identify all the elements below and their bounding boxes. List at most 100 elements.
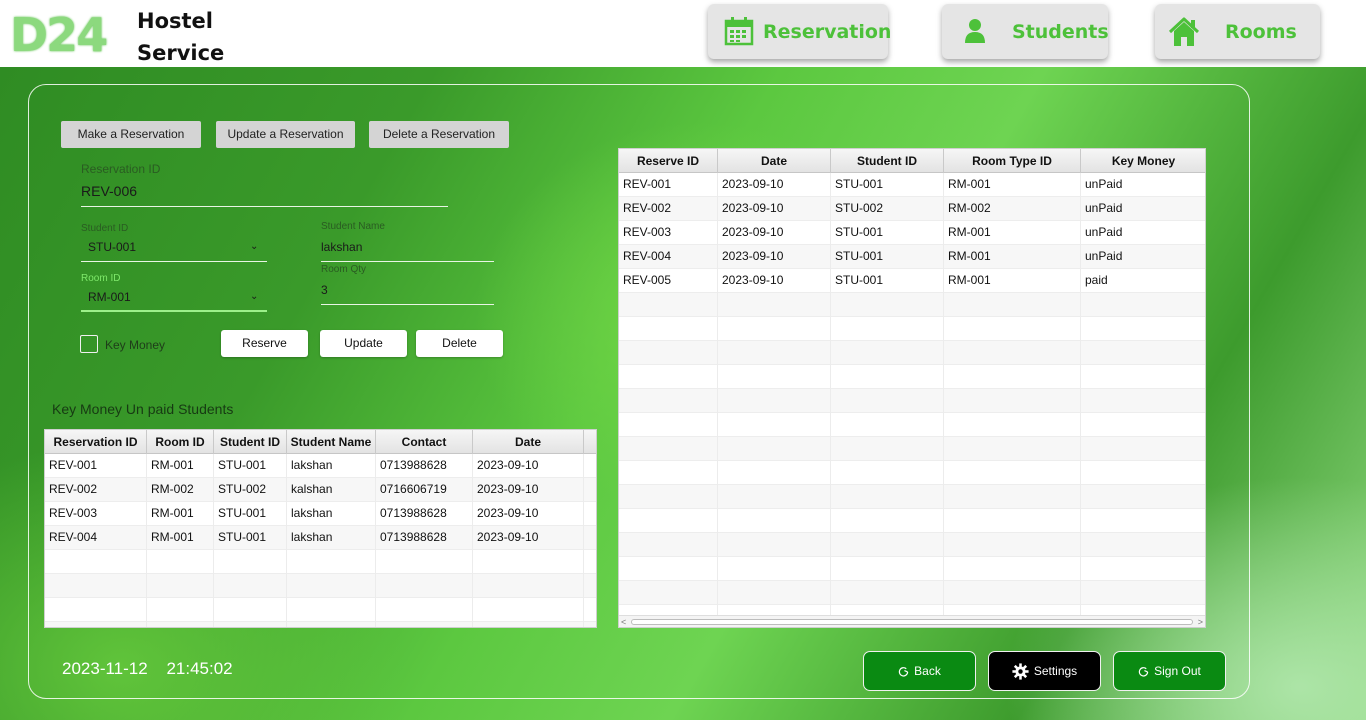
table-row[interactable]: REV-002 2023-09-10 STU-002 RM-002 unPaid	[619, 197, 1205, 221]
nav-rooms-button[interactable]: Rooms	[1155, 4, 1320, 59]
unpaid-students-table[interactable]: Reservation ID Room ID Student ID Student N…	[44, 429, 597, 628]
room-id-select[interactable]: RM-001	[88, 290, 131, 304]
table-row[interactable]: REV-001 2023-09-10 STU-001 RM-001 unPaid	[619, 173, 1205, 197]
table-cell: STU-001	[214, 526, 287, 550]
back-icon	[898, 666, 909, 677]
nav-students-button[interactable]: Students	[942, 4, 1109, 59]
table-cell	[1081, 437, 1205, 461]
sign-out-button[interactable]: Sign Out	[1113, 651, 1226, 691]
table-row[interactable]	[45, 574, 596, 598]
logo-line-1: Hostel	[137, 9, 213, 33]
table-cell: STU-001	[214, 454, 287, 478]
table-row[interactable]	[45, 598, 596, 622]
room-id-label: Room ID	[81, 273, 121, 284]
table-cell	[944, 341, 1081, 365]
table-row[interactable]: REV-001 RM-001 STU-001 lakshan 0713988628 202…	[45, 454, 596, 478]
chevron-down-icon[interactable]: ⌄	[250, 241, 258, 252]
table-row[interactable]	[619, 533, 1205, 557]
table-row[interactable]	[619, 509, 1205, 533]
table-row[interactable]	[619, 341, 1205, 365]
table-cell	[376, 622, 473, 627]
table-cell	[831, 557, 944, 581]
table-cell	[831, 317, 944, 341]
table-cell	[473, 622, 584, 627]
table-row[interactable]	[45, 550, 596, 574]
table-row[interactable]	[619, 581, 1205, 605]
column-header[interactable]: Student ID	[214, 430, 287, 454]
table-cell: STU-001	[831, 269, 944, 293]
scrollbar-thumb[interactable]	[631, 619, 1193, 625]
table-cell	[287, 598, 376, 622]
column-header[interactable]: Contact	[376, 430, 473, 454]
room-qty-field[interactable]: 3	[321, 283, 328, 297]
scroll-left-icon[interactable]: <	[621, 616, 626, 627]
table-row[interactable]	[45, 622, 596, 627]
table-cell	[944, 533, 1081, 557]
table-cell: 2023-09-10	[473, 502, 584, 526]
horizontal-scrollbar[interactable]: < >	[619, 615, 1205, 627]
nav-reservation-button[interactable]: Reservation	[708, 4, 891, 59]
table-cell	[584, 598, 596, 622]
table-cell	[831, 533, 944, 557]
table-cell	[287, 574, 376, 598]
table-cell	[214, 598, 287, 622]
table-row[interactable]: REV-004 2023-09-10 STU-001 RM-001 unPaid	[619, 245, 1205, 269]
table-cell	[1081, 533, 1205, 557]
settings-button[interactable]: Settings	[988, 651, 1101, 691]
student-name-field[interactable]: lakshan	[321, 240, 362, 254]
column-header[interactable]: Room ID	[147, 430, 214, 454]
table-cell	[619, 509, 718, 533]
table-cell	[944, 437, 1081, 461]
table-cell	[619, 293, 718, 317]
column-header[interactable]: Reservation ID	[45, 430, 147, 454]
table-cell	[718, 461, 831, 485]
reservation-id-field[interactable]: REV-006	[81, 183, 137, 199]
reservations-table[interactable]: Reserve ID Date Student ID Room Type ID Key …	[618, 148, 1206, 628]
table-cell: RM-001	[944, 221, 1081, 245]
update-reservation-button[interactable]: Update a Reservation	[216, 121, 355, 148]
table-row[interactable]	[619, 557, 1205, 581]
column-header[interactable]	[584, 430, 596, 454]
table-row[interactable]	[619, 389, 1205, 413]
table-row[interactable]	[619, 461, 1205, 485]
table-header: Reserve ID Date Student ID Room Type ID Key …	[619, 149, 1205, 173]
chevron-down-icon[interactable]: ⌄	[250, 291, 258, 302]
column-header[interactable]: Student Name	[287, 430, 376, 454]
table-cell: lakshan	[287, 502, 376, 526]
table-cell	[718, 365, 831, 389]
update-button[interactable]: Update	[320, 330, 407, 357]
table-row[interactable]	[619, 317, 1205, 341]
column-header[interactable]: Date	[718, 149, 831, 173]
scroll-right-icon[interactable]: >	[1198, 616, 1203, 627]
table-cell: 0713988628	[376, 502, 473, 526]
reserve-button[interactable]: Reserve	[221, 330, 308, 357]
key-money-checkbox[interactable]	[80, 335, 98, 353]
table-cell	[45, 598, 147, 622]
room-qty-label: Room Qty	[321, 264, 367, 275]
table-cell	[718, 413, 831, 437]
table-row[interactable]	[619, 485, 1205, 509]
table-row[interactable]: REV-003 2023-09-10 STU-001 RM-001 unPaid	[619, 221, 1205, 245]
delete-button[interactable]: Delete	[416, 330, 503, 357]
key-money-label: Key Money	[105, 338, 166, 352]
table-row[interactable]: REV-003 RM-001 STU-001 lakshan 0713988628 202…	[45, 502, 596, 526]
make-reservation-button[interactable]: Make a Reservation	[61, 121, 201, 148]
student-id-select[interactable]: STU-001	[88, 240, 136, 254]
back-button[interactable]: Back	[863, 651, 976, 691]
table-row[interactable]: REV-005 2023-09-10 STU-001 RM-001 paid	[619, 269, 1205, 293]
table-row[interactable]: REV-002 RM-002 STU-002 kalshan 0716606719 202…	[45, 478, 596, 502]
student-id-underline	[81, 261, 267, 262]
column-header[interactable]: Student ID	[831, 149, 944, 173]
table-cell	[831, 509, 944, 533]
table-row[interactable]	[619, 293, 1205, 317]
column-header[interactable]: Reserve ID	[619, 149, 718, 173]
table-row[interactable]	[619, 413, 1205, 437]
column-header[interactable]: Key Money	[1081, 149, 1205, 173]
column-header[interactable]: Date	[473, 430, 584, 454]
table-row[interactable]: REV-004 RM-001 STU-001 lakshan 0713988628 202…	[45, 526, 596, 550]
column-header[interactable]: Room Type ID	[944, 149, 1081, 173]
table-row[interactable]	[619, 437, 1205, 461]
table-cell	[1081, 557, 1205, 581]
table-row[interactable]	[619, 365, 1205, 389]
delete-reservation-button[interactable]: Delete a Reservation	[369, 121, 509, 148]
